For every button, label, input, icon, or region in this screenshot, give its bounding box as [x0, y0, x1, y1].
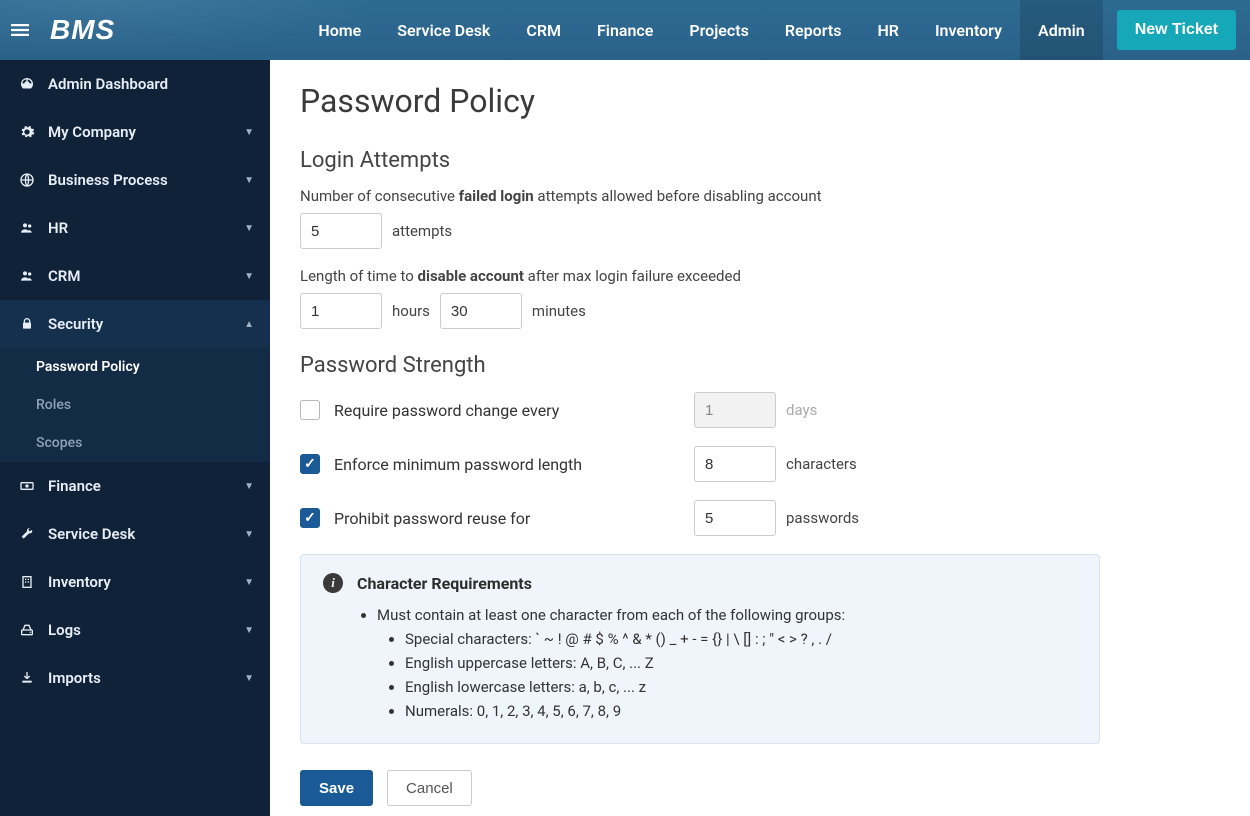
failed-login-label: Number of consecutive failed login attem…	[300, 187, 1220, 205]
attempts-input[interactable]	[300, 213, 382, 249]
character-requirements-title: Character Requirements	[357, 574, 532, 593]
prohibit-reuse-label: Prohibit password reuse for	[334, 509, 694, 528]
require-change-checkbox[interactable]	[300, 400, 320, 420]
min-length-unit: characters	[786, 455, 857, 473]
nav-home[interactable]: Home	[300, 0, 379, 60]
building-icon	[16, 574, 38, 590]
sidebar-sub-roles[interactable]: Roles	[0, 386, 270, 424]
save-button[interactable]: Save	[300, 770, 373, 806]
sidebar-item-inventory[interactable]: Inventory ▼	[0, 558, 270, 606]
minutes-unit: minutes	[532, 302, 586, 320]
hours-unit: hours	[392, 302, 430, 320]
sidebar-security-submenu: Password Policy Roles Scopes	[0, 348, 270, 462]
sidebar-item-admin-dashboard[interactable]: Admin Dashboard	[0, 60, 270, 108]
sidebar-item-label: Business Process	[48, 171, 168, 189]
sidebar-item-label: Logs	[48, 621, 81, 639]
nav-crm[interactable]: CRM	[508, 0, 579, 60]
sidebar-item-label: Imports	[48, 669, 101, 687]
new-ticket-button[interactable]: New Ticket	[1117, 10, 1236, 50]
page-title: Password Policy	[300, 82, 1220, 120]
chevron-down-icon: ▼	[244, 223, 254, 234]
min-length-label: Enforce minimum password length	[334, 455, 694, 474]
sidebar-item-label: My Company	[48, 123, 136, 141]
prohibit-reuse-checkbox[interactable]	[300, 508, 320, 528]
char-req-item: English uppercase letters: A, B, C, ... …	[405, 651, 1077, 675]
sidebar-item-label: HR	[48, 219, 68, 237]
min-length-checkbox[interactable]	[300, 454, 320, 474]
sidebar-item-hr[interactable]: HR ▼	[0, 204, 270, 252]
nav-reports[interactable]: Reports	[767, 0, 860, 60]
nav-finance[interactable]: Finance	[579, 0, 671, 60]
info-icon: i	[323, 573, 343, 593]
sidebar: Admin Dashboard My Company ▼ Business Pr…	[0, 60, 270, 816]
sidebar-sub-password-policy[interactable]: Password Policy	[0, 348, 270, 386]
sidebar-sub-scopes[interactable]: Scopes	[0, 424, 270, 462]
chevron-down-icon: ▼	[244, 175, 254, 186]
sidebar-item-my-company[interactable]: My Company ▼	[0, 108, 270, 156]
form-buttons: Save Cancel	[300, 770, 1220, 806]
hamburger-menu-icon[interactable]	[0, 0, 40, 60]
chevron-down-icon: ▼	[244, 673, 254, 684]
minutes-input[interactable]	[440, 293, 522, 329]
disable-account-label: Length of time to disable account after …	[300, 267, 1220, 285]
chevron-down-icon: ▼	[244, 529, 254, 540]
nav-inventory[interactable]: Inventory	[917, 0, 1020, 60]
section-title-login-attempts: Login Attempts	[300, 148, 1220, 173]
chevron-down-icon: ▼	[244, 127, 254, 138]
nav-admin[interactable]: Admin	[1020, 0, 1103, 60]
top-navbar: BMS Home Service Desk CRM Finance Projec…	[0, 0, 1250, 60]
users-icon	[16, 268, 38, 284]
drive-icon	[16, 622, 38, 638]
chevron-down-icon: ▼	[244, 577, 254, 588]
attempts-unit: attempts	[392, 222, 452, 240]
sidebar-item-imports[interactable]: Imports ▼	[0, 654, 270, 702]
chevron-down-icon: ▼	[244, 271, 254, 282]
main-content: Password Policy Login Attempts Number of…	[270, 60, 1250, 816]
download-icon	[16, 670, 38, 686]
prohibit-reuse-unit: passwords	[786, 509, 859, 527]
char-req-item: English lowercase letters: a, b, c, ... …	[405, 675, 1077, 699]
dashboard-icon	[16, 76, 38, 92]
sidebar-item-label: CRM	[48, 267, 80, 285]
character-requirements-box: i Character Requirements Must contain at…	[300, 554, 1100, 744]
users-icon	[16, 220, 38, 236]
sidebar-item-label: Finance	[48, 477, 101, 495]
sidebar-item-security[interactable]: Security ▲	[0, 300, 270, 348]
require-change-label: Require password change every	[334, 401, 694, 420]
sidebar-item-business-process[interactable]: Business Process ▼	[0, 156, 270, 204]
chevron-up-icon: ▲	[244, 319, 254, 330]
sidebar-item-finance[interactable]: Finance ▼	[0, 462, 270, 510]
wrench-icon	[16, 526, 38, 542]
nav-service-desk[interactable]: Service Desk	[379, 0, 508, 60]
char-req-item: Numerals: 0, 1, 2, 3, 4, 5, 6, 7, 8, 9	[405, 699, 1077, 723]
sidebar-item-service-desk[interactable]: Service Desk ▼	[0, 510, 270, 558]
sidebar-item-crm[interactable]: CRM ▼	[0, 252, 270, 300]
cancel-button[interactable]: Cancel	[387, 770, 472, 806]
sidebar-item-label: Admin Dashboard	[48, 75, 168, 93]
hours-input[interactable]	[300, 293, 382, 329]
sidebar-item-label: Inventory	[48, 573, 111, 591]
sidebar-item-label: Security	[48, 315, 103, 333]
chevron-down-icon: ▼	[244, 625, 254, 636]
section-password-strength: Password Strength Require password chang…	[300, 353, 1220, 744]
sidebar-item-logs[interactable]: Logs ▼	[0, 606, 270, 654]
nav-projects[interactable]: Projects	[671, 0, 767, 60]
brand-logo[interactable]: BMS	[40, 14, 135, 46]
section-login-attempts: Login Attempts Number of consecutive fai…	[300, 148, 1220, 329]
globe-icon	[16, 172, 38, 188]
min-length-input[interactable]	[694, 446, 776, 482]
chevron-down-icon: ▼	[244, 481, 254, 492]
sidebar-item-label: Service Desk	[48, 525, 135, 543]
prohibit-reuse-input[interactable]	[694, 500, 776, 536]
top-nav: Home Service Desk CRM Finance Projects R…	[300, 0, 1250, 60]
require-change-unit: days	[786, 401, 817, 419]
lock-icon	[16, 316, 38, 332]
char-req-intro: Must contain at least one character from…	[377, 603, 1077, 723]
require-change-days-input[interactable]	[694, 392, 776, 428]
gear-icon	[16, 124, 38, 140]
nav-hr[interactable]: HR	[859, 0, 917, 60]
char-req-item: Special characters: ` ~ ! @ # $ % ^ & * …	[405, 627, 1077, 651]
section-title-password-strength: Password Strength	[300, 353, 1220, 378]
money-icon	[16, 478, 38, 494]
